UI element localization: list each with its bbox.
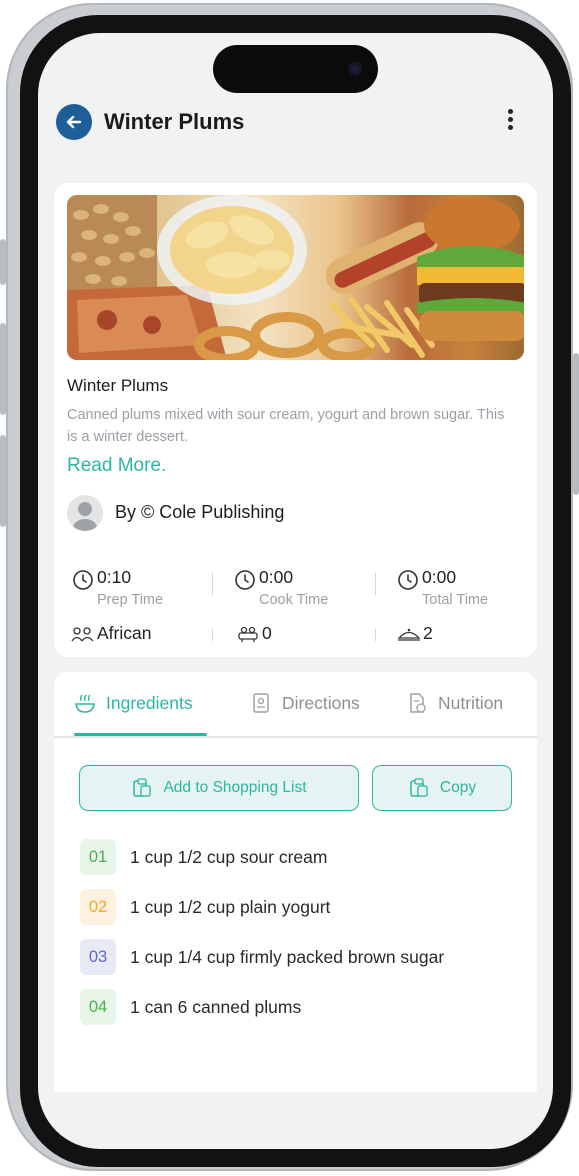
divider (212, 629, 213, 641)
tab-label: Directions (282, 692, 360, 713)
prep-time: 0:10 Prep Time (54, 565, 204, 609)
back-button[interactable] (56, 104, 92, 140)
recipe-description: Canned plums mixed with sour cream, yogu… (67, 407, 505, 445)
cuisine-icon (71, 627, 94, 642)
tab-nutrition[interactable]: Nutrition (406, 690, 503, 716)
ingredients-icon (75, 694, 95, 713)
ingredient-number: 01 (80, 839, 116, 875)
ingredient-text: 1 can 6 canned plums (130, 997, 302, 1017)
cook-time: 0:00 Cook Time (216, 565, 366, 609)
ingredient-text: 1 cup 1/2 cup sour cream (130, 847, 328, 867)
cook-time-label: Cook Time (259, 592, 329, 608)
tab-label: Nutrition (438, 692, 504, 713)
volume-down-button (0, 435, 6, 527)
ingredient-number: 02 (80, 889, 116, 925)
cuisine: African (71, 623, 201, 647)
divider (212, 573, 213, 595)
app-header: Winter Plums (38, 101, 553, 145)
screen: Winter Plums Winter Plums Canned plums m… (38, 33, 553, 1149)
button-label: Add to Shopping List (163, 779, 307, 796)
servings-value: 0 (262, 623, 272, 643)
clock-icon (73, 570, 93, 590)
tab-directions[interactable]: Directions (250, 690, 360, 716)
nutrition-icon (410, 693, 426, 713)
dishes-value: 2 (423, 623, 433, 643)
servings-icon (238, 626, 258, 642)
recipe-image (67, 195, 524, 360)
cook-time-value: 0:00 (259, 567, 294, 587)
add-to-shopping-list-button[interactable]: Add to Shopping List (79, 765, 359, 811)
ingredient-number: 03 (80, 939, 116, 975)
author-credit: By © Cole Publishing (115, 502, 285, 522)
mute-switch (0, 239, 6, 285)
tab-divider (54, 736, 537, 738)
clock-icon (235, 570, 255, 590)
dynamic-island (213, 45, 378, 93)
prep-time-value: 0:10 (97, 567, 132, 587)
tab-ingredients[interactable]: Ingredients (74, 690, 193, 716)
clipboard-icon (133, 778, 152, 797)
recipe-name: Winter Plums (67, 376, 169, 395)
copy-icon (410, 778, 428, 797)
ingredient-text: 1 cup 1/2 cup plain yogurt (130, 897, 331, 917)
page-title: Winter Plums (104, 109, 245, 134)
servings: 0 (236, 623, 356, 647)
avatar (67, 495, 103, 531)
total-time-label: Total Time (422, 592, 489, 608)
volume-up-button (0, 323, 6, 415)
dishes: 2 (397, 623, 517, 647)
copy-button[interactable]: Copy (372, 765, 512, 811)
clock-icon (398, 570, 418, 590)
more-options-icon[interactable] (505, 109, 515, 135)
read-more-link[interactable]: Read More. (67, 455, 166, 477)
details-card: Ingredients Directions Nutrition Add to … (54, 672, 537, 1092)
ingredient-number: 04 (80, 989, 116, 1025)
tab-label: Ingredients (106, 692, 193, 713)
cuisine-value: African (97, 623, 152, 643)
camera-icon (348, 62, 362, 76)
power-button (573, 353, 579, 495)
total-time: 0:00 Total Time (379, 565, 529, 609)
active-tab-indicator (74, 733, 207, 736)
button-label: Copy (439, 779, 477, 796)
ingredient-text: 1 cup 1/4 cup firmly packed brown sugar (130, 947, 445, 967)
dish-icon (397, 628, 421, 641)
divider (375, 629, 376, 641)
prep-time-label: Prep Time (97, 592, 164, 608)
arrow-left-icon (66, 115, 82, 129)
recipe-card: Winter Plums Canned plums mixed with sou… (54, 183, 537, 657)
divider (375, 573, 376, 595)
total-time-value: 0:00 (422, 567, 457, 587)
directions-icon (253, 693, 269, 713)
